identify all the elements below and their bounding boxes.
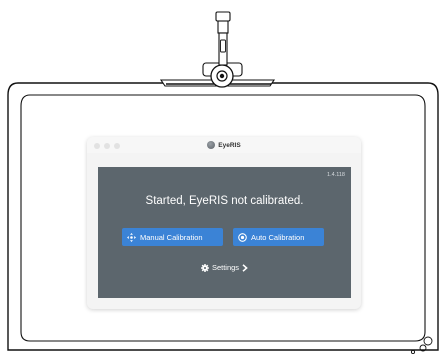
auto-calibration-button[interactable]: Auto Calibration bbox=[233, 228, 324, 246]
settings-label: Settings bbox=[211, 263, 240, 272]
version-label: 1.4.118 bbox=[327, 172, 345, 178]
eyeris-logo-icon bbox=[207, 141, 216, 149]
auto-calibration-label: Auto Calibration bbox=[251, 232, 305, 242]
chevron-right-icon bbox=[242, 263, 248, 272]
crosshair-arrows-icon bbox=[127, 232, 136, 242]
settings-link[interactable]: Settings bbox=[98, 263, 351, 272]
manual-calibration-button[interactable]: Manual Calibration bbox=[122, 228, 223, 246]
calibration-panel: 1.4.118 Started, EyeRIS not calibrated. … bbox=[98, 167, 351, 298]
eyeris-app-window: EyeRIS 1.4.118 Started, EyeRIS not calib… bbox=[87, 137, 361, 309]
eye-tracker-device bbox=[159, 11, 276, 88]
window-title: EyeRIS bbox=[218, 141, 241, 149]
target-icon bbox=[238, 232, 247, 242]
gear-icon bbox=[200, 263, 209, 272]
manual-calibration-label: Manual Calibration bbox=[140, 232, 203, 242]
window-title-group: EyeRIS bbox=[87, 137, 361, 153]
window-titlebar[interactable]: EyeRIS bbox=[87, 137, 361, 153]
status-message: Started, EyeRIS not calibrated. bbox=[145, 195, 304, 207]
